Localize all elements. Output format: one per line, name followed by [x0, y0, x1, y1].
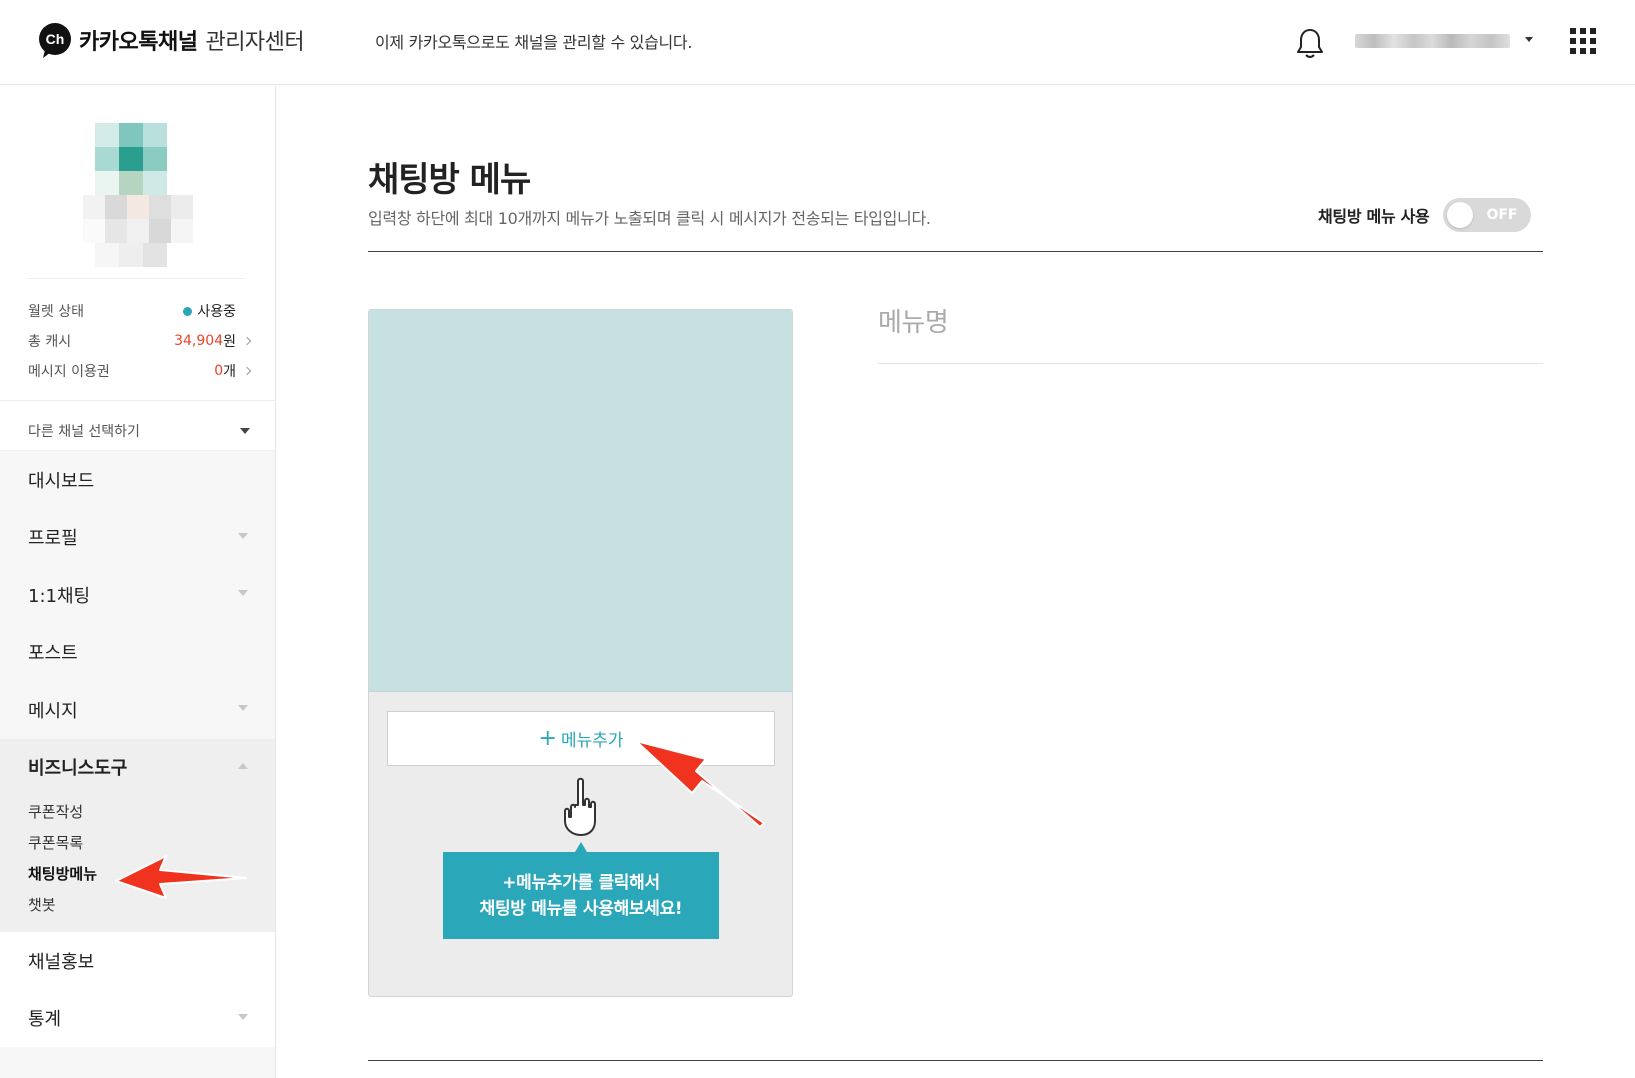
sidebar-item-label: 통계 — [28, 1009, 62, 1031]
chevron-right-icon — [242, 336, 252, 346]
sidebar-item-profile[interactable]: 프로필 — [0, 509, 275, 567]
caret-down-icon — [238, 532, 248, 539]
page-title: 채팅방 메뉴 — [368, 160, 531, 200]
sidebar-item-message[interactable]: 메시지 — [0, 681, 275, 739]
logo-title: 카카오톡채널 — [79, 30, 198, 55]
caret-down-icon — [240, 428, 250, 434]
message-ticket-label: 메시지 이용권 — [28, 364, 110, 380]
toggle-label: 채팅방 메뉴 사용 — [1318, 207, 1430, 226]
other-channel-select[interactable]: 다른 채널 선택하기 — [28, 416, 250, 446]
logo-subtitle: 관리자센터 — [205, 30, 305, 55]
sidebar-item-post[interactable]: 포스트 — [0, 624, 275, 682]
wallet-info: 월렛 상태 사용중 총 캐시 34,904 원 메시지 이용권 0개 — [28, 296, 252, 386]
sidebar-item-label: 메시지 — [28, 700, 78, 722]
sidebar-item-label: 채널홍보 — [28, 951, 95, 973]
chat-screen-preview — [369, 310, 792, 692]
add-menu-label: 메뉴추가 — [560, 731, 624, 751]
total-cash-unit: 원 — [223, 334, 236, 350]
logo-badge-text: Ch — [46, 31, 65, 47]
menu-name-placeholder[interactable]: 메뉴명 — [878, 302, 949, 339]
account-blur — [1355, 34, 1510, 48]
message-ticket-unit: 개 — [223, 364, 236, 380]
sidebar-item-business-tools[interactable]: 비즈니스도구 — [0, 739, 275, 797]
pointing-hand-icon — [559, 777, 601, 839]
message-ticket-value: 0 — [214, 363, 224, 379]
status-dot-icon — [183, 306, 193, 316]
toggle-knob — [1447, 202, 1474, 228]
chatroom-menu-toggle[interactable]: OFF — [1443, 198, 1532, 232]
tooltip-line2: 채팅방 메뉴를 사용해보세요! — [479, 898, 683, 919]
wallet-status-label: 월렛 상태 — [28, 304, 84, 320]
wallet-status-value: 사용중 — [197, 304, 236, 320]
plus-icon: + — [538, 726, 557, 751]
chatroom-menu-toggle-group: 채팅방 메뉴 사용 OFF — [1318, 198, 1532, 232]
chatroom-preview: + 메뉴추가 +메뉴추가를 클릭해서 채팅방 메뉴를 사용해보세요! — [368, 309, 793, 997]
sidebar-subitem-coupon-create[interactable]: 쿠폰작성 — [0, 796, 275, 827]
apps-grid-icon[interactable] — [1570, 28, 1596, 54]
account-name-blurred[interactable] — [1355, 32, 1510, 50]
bell-icon[interactable] — [1295, 27, 1325, 59]
logo[interactable]: Ch 카카오톡채널 관리자센터 — [37, 22, 305, 58]
divider — [0, 400, 275, 401]
divider — [368, 251, 1543, 252]
header-message: 이제 카카오톡으로도 채널을 관리할 수 있습니다. — [375, 33, 693, 52]
chevron-right-icon — [242, 366, 252, 376]
channel-logo-icon: Ch — [37, 22, 73, 58]
toggle-state-text: OFF — [1486, 207, 1518, 223]
divider — [368, 1060, 1543, 1061]
annotation-arrow-icon — [635, 740, 765, 828]
caret-down-icon — [238, 1013, 248, 1020]
caret-down-icon — [238, 590, 248, 596]
sidebar-item-channel-promo[interactable]: 채널홍보 — [0, 932, 275, 990]
sidebar-item-stats[interactable]: 통계 — [0, 990, 275, 1048]
add-menu-tooltip: +메뉴추가를 클릭해서 채팅방 메뉴를 사용해보세요! — [443, 852, 719, 939]
sidebar-item-label: 대시보드 — [28, 470, 95, 492]
channel-avatar-pixelated — [83, 123, 193, 271]
sidebar-item-label: 비즈니스도구 — [28, 758, 128, 780]
other-channel-select-label: 다른 채널 선택하기 — [28, 424, 140, 440]
total-cash-label: 총 캐시 — [28, 334, 72, 350]
account-caret-down-icon[interactable] — [1525, 37, 1533, 42]
caret-up-icon — [238, 762, 248, 769]
tooltip-line1: +메뉴추가를 클릭해서 — [502, 872, 660, 893]
divider — [28, 278, 244, 279]
annotation-arrow-icon — [115, 855, 247, 899]
sidebar-item-chat[interactable]: 1:1채팅 — [0, 566, 275, 624]
sidebar-item-label: 프로필 — [28, 528, 78, 550]
total-cash-value: 34,904 — [174, 333, 224, 349]
tooltip-pointer — [575, 842, 587, 852]
page-description: 입력창 하단에 최대 10개까지 메뉴가 노출되며 클릭 시 메시지가 전송되는… — [368, 209, 931, 228]
sidebar-item-dashboard[interactable]: 대시보드 — [0, 451, 275, 509]
sidebar: 월렛 상태 사용중 총 캐시 34,904 원 메시지 이용권 0개 다른 채널 … — [0, 86, 276, 1078]
sidebar-item-label: 포스트 — [28, 643, 78, 665]
caret-down-icon — [238, 705, 248, 711]
message-ticket-row[interactable]: 메시지 이용권 0개 — [28, 356, 252, 386]
sidebar-nav: 대시보드 프로필 1:1채팅 포스트 메시지 비즈니스도구 쿠폰작성 쿠폰목록 … — [0, 451, 275, 1078]
total-cash-row[interactable]: 총 캐시 34,904 원 — [28, 326, 252, 356]
wallet-status-row: 월렛 상태 사용중 — [28, 296, 250, 326]
sidebar-item-label: 1:1채팅 — [28, 585, 91, 607]
menu-name-underline — [878, 363, 1543, 364]
top-header: Ch 카카오톡채널 관리자센터 이제 카카오톡으로도 채널을 관리할 수 있습니… — [0, 0, 1635, 85]
